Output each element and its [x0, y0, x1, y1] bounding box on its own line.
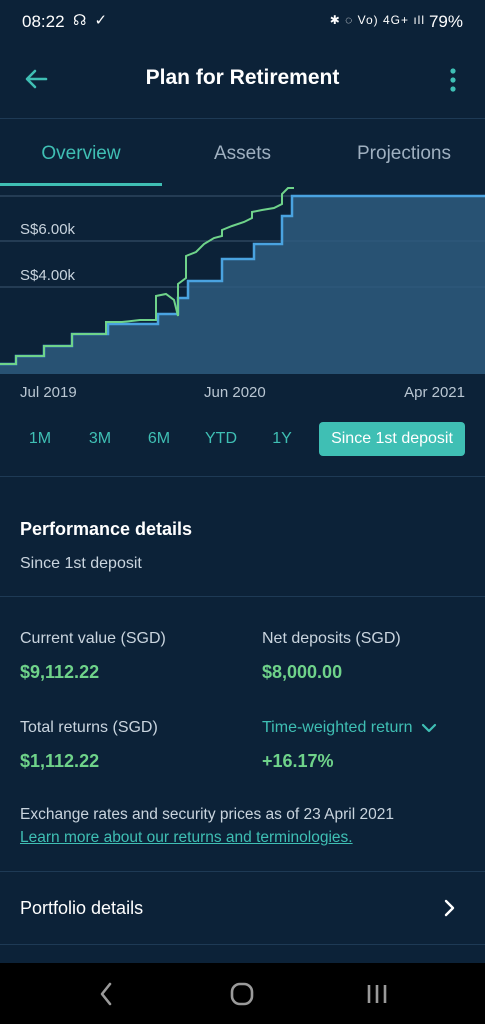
- performance-chart[interactable]: S$6.00k S$4.00k: [0, 186, 485, 376]
- portfolio-details-label: Portfolio details: [20, 898, 144, 918]
- y-axis-label: S$6.00k: [20, 221, 76, 238]
- status-left-icons: ☊ ✓: [73, 12, 110, 29]
- page-title: Plan for Retirement: [145, 66, 340, 89]
- system-navigation-bar: [0, 963, 485, 1024]
- pricing-note: Exchange rates and security prices as of…: [20, 806, 394, 823]
- tab-bar: Overview Assets Projections: [0, 118, 485, 187]
- system-back-icon[interactable]: [98, 981, 114, 1007]
- total-returns-value: $1,112.22: [20, 751, 100, 771]
- x-axis-label: Apr 2021: [404, 384, 465, 401]
- status-time: 08:22: [22, 12, 65, 31]
- total-returns-label: Total returns (SGD): [20, 719, 158, 736]
- chevron-down-icon: [421, 723, 437, 732]
- time-weighted-return-value: +16.17%: [262, 751, 334, 771]
- chevron-right-icon: [444, 899, 455, 917]
- portfolio-details-row[interactable]: Portfolio details: [0, 871, 485, 945]
- battery-level: 79%: [428, 12, 463, 31]
- range-since-first-deposit-button[interactable]: Since 1st deposit: [319, 422, 465, 456]
- tab-overview[interactable]: Overview: [0, 143, 162, 165]
- range-6m-button[interactable]: 6M: [137, 422, 181, 456]
- current-value-label: Current value (SGD): [20, 630, 166, 647]
- current-value: $9,112.22: [20, 662, 100, 682]
- range-3m-button[interactable]: 3M: [78, 422, 122, 456]
- net-deposits-label: Net deposits (SGD): [262, 630, 401, 647]
- range-ytd-button[interactable]: YTD: [196, 422, 246, 456]
- range-1y-button[interactable]: 1Y: [262, 422, 302, 456]
- y-axis-label: S$4.00k: [20, 267, 76, 284]
- x-axis-label: Jun 2020: [204, 384, 266, 401]
- app-bar: Plan for Retirement: [0, 44, 485, 118]
- system-recents-icon[interactable]: [365, 981, 389, 1007]
- tab-projections[interactable]: Projections: [323, 143, 485, 165]
- divider: [0, 476, 485, 477]
- time-range-selector: 1M 3M 6M YTD 1Y Since 1st deposit: [0, 422, 485, 458]
- range-1m-button[interactable]: 1M: [18, 422, 62, 456]
- return-type-dropdown[interactable]: Time-weighted return: [262, 719, 437, 737]
- system-home-icon[interactable]: [229, 981, 255, 1007]
- section-subtitle: Since 1st deposit: [20, 555, 142, 572]
- x-axis-labels: Jul 2019 Jun 2020 Apr 2021: [0, 384, 485, 406]
- status-right-icons: ✱ ◌ Vo) 4G+ ıll: [329, 13, 425, 27]
- tab-assets[interactable]: Assets: [162, 143, 323, 165]
- divider: [0, 596, 485, 597]
- status-bar: 08:22 ☊ ✓ ✱ ◌ Vo) 4G+ ıll 79%: [0, 0, 485, 44]
- net-deposits-value: $8,000.00: [262, 662, 343, 682]
- more-options-icon[interactable]: [449, 67, 457, 95]
- learn-more-link[interactable]: Learn more about our returns and termino…: [20, 829, 353, 847]
- return-type-label: Time-weighted return: [262, 719, 413, 736]
- section-title: Performance details: [20, 519, 193, 539]
- x-axis-label: Jul 2019: [20, 384, 77, 401]
